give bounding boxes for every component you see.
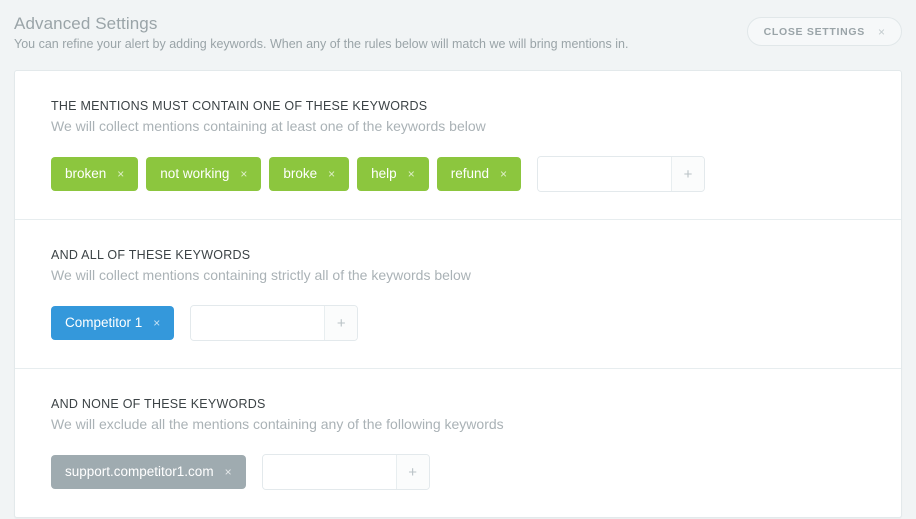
keyword-adder: + xyxy=(261,454,430,490)
remove-keyword-icon[interactable]: × xyxy=(328,168,335,180)
keyword-tag[interactable]: broken × xyxy=(51,157,139,191)
remove-keyword-icon[interactable]: × xyxy=(408,168,415,180)
remove-keyword-icon[interactable]: × xyxy=(117,168,124,180)
keyword-tag[interactable]: broke × xyxy=(269,157,350,191)
rule-description: We will collect mentions containing at l… xyxy=(51,118,486,134)
keyword-tag-row: Competitor 1 × + xyxy=(51,305,901,341)
rule-heading: AND ALL OF THESE KEYWORDS xyxy=(51,248,251,262)
keyword-input[interactable] xyxy=(191,306,325,340)
remove-keyword-icon[interactable]: × xyxy=(240,168,247,180)
keyword-tag-row: broken × not working × broke × help × refund × + xyxy=(51,156,901,192)
add-keyword-button[interactable]: + xyxy=(395,455,429,489)
rule-section: AND NONE OF THESE KEYWORDS We will exclud… xyxy=(15,369,901,517)
keyword-tag-label: support.competitor1.com xyxy=(65,464,214,480)
add-keyword-button[interactable]: + xyxy=(671,157,704,191)
keyword-adder: + xyxy=(537,156,705,192)
add-keyword-button[interactable]: + xyxy=(324,306,358,340)
rule-section: THE MENTIONS MUST CONTAIN ONE OF THESE K… xyxy=(15,71,901,220)
remove-keyword-icon[interactable]: × xyxy=(153,317,160,329)
keyword-tag-row: support.competitor1.com × + xyxy=(51,454,901,490)
keyword-tag-label: refund xyxy=(450,166,489,182)
remove-keyword-icon[interactable]: × xyxy=(500,168,507,180)
keyword-tag[interactable]: help × xyxy=(357,157,429,191)
keyword-tag-label: not working xyxy=(160,166,230,182)
rule-section: AND ALL OF THESE KEYWORDS We will collect… xyxy=(15,220,901,369)
keyword-tag[interactable]: refund × xyxy=(436,157,521,191)
rule-description: We will collect mentions containing stri… xyxy=(51,267,471,283)
rule-heading: THE MENTIONS MUST CONTAIN ONE OF THESE K… xyxy=(51,99,428,113)
rule-description: We will exclude all the mentions contain… xyxy=(51,416,504,432)
advanced-settings-card: THE MENTIONS MUST CONTAIN ONE OF THESE K… xyxy=(14,70,902,518)
remove-keyword-icon[interactable]: × xyxy=(225,466,232,478)
keyword-tag-label: help xyxy=(371,166,397,182)
keyword-tag-label: broke xyxy=(283,166,318,182)
close-settings-label: CLOSE SETTINGS xyxy=(763,25,865,38)
page-header: Advanced Settings You can refine your al… xyxy=(0,0,916,58)
keyword-tag[interactable]: Competitor 1 × xyxy=(51,306,175,340)
keyword-tag[interactable]: not working × xyxy=(146,157,262,191)
keyword-adder: + xyxy=(190,305,359,341)
keyword-tag[interactable]: support.competitor1.com × xyxy=(51,455,246,489)
keyword-input[interactable] xyxy=(538,157,671,191)
close-icon: × xyxy=(877,24,885,39)
keyword-tag-label: Competitor 1 xyxy=(65,315,143,331)
rule-heading: AND NONE OF THESE KEYWORDS xyxy=(51,397,266,411)
keyword-tag-label: broken xyxy=(65,166,107,182)
close-settings-button[interactable]: CLOSE SETTINGS × xyxy=(746,17,902,46)
keyword-input[interactable] xyxy=(262,455,396,489)
